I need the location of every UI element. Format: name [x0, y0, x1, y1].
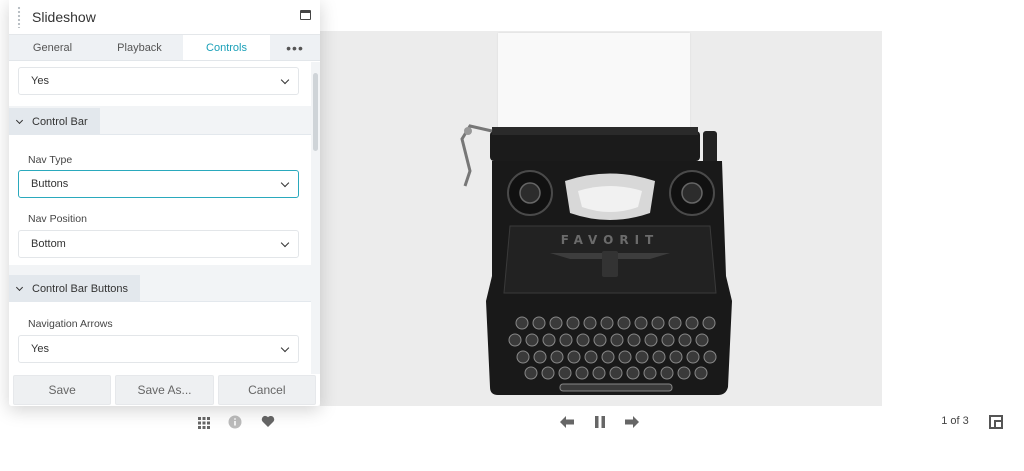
nav-type-select[interactable]: Buttons — [18, 170, 299, 198]
minimize-icon[interactable] — [300, 10, 311, 20]
nav-position-select[interactable]: Bottom — [18, 230, 299, 258]
section-control-bar[interactable]: Control Bar — [9, 108, 311, 135]
arrow-right-icon[interactable] — [625, 415, 639, 428]
top-select[interactable]: Yes — [18, 67, 299, 95]
tab-playback[interactable]: Playback — [96, 35, 183, 60]
slideshow-settings-panel: Slideshow General Playback Controls ••• … — [9, 0, 320, 406]
pause-icon[interactable] — [594, 415, 606, 428]
arrow-left-icon[interactable] — [560, 415, 574, 428]
chevron-down-icon — [15, 116, 24, 124]
panel-footer: Save Save As... Cancel — [9, 374, 320, 406]
cancel-button[interactable]: Cancel — [217, 375, 316, 405]
panel-title: Slideshow — [32, 9, 96, 25]
heart-icon[interactable] — [261, 415, 275, 428]
chevron-down-icon — [280, 343, 290, 353]
fullscreen-icon[interactable] — [989, 415, 1003, 429]
slide-counter: 1 of 3 — [941, 415, 969, 427]
chevron-down-icon — [280, 238, 290, 248]
tab-controls[interactable]: Controls — [183, 35, 270, 60]
navigation-arrows-select[interactable]: Yes — [18, 335, 299, 363]
save-button[interactable]: Save — [13, 375, 112, 405]
top-select-value: Yes — [31, 75, 49, 87]
grid-icon[interactable] — [197, 416, 210, 429]
panel-header[interactable]: Slideshow — [9, 0, 320, 35]
panel-tabs: General Playback Controls ••• — [9, 35, 320, 61]
chevron-down-icon — [280, 178, 290, 188]
brand-label: FAVORIT — [561, 233, 659, 247]
slideshow-image: FAVORIT — [320, 31, 882, 406]
navigation-arrows-value: Yes — [31, 343, 49, 355]
typewriter-illustration: FAVORIT — [460, 124, 732, 395]
nav-position-label: Nav Position — [28, 213, 87, 225]
panel-body: Yes Control Bar Nav Type Buttons Nav Pos… — [9, 62, 320, 374]
chevron-down-icon — [15, 283, 24, 291]
nav-position-value: Bottom — [31, 238, 66, 250]
nav-type-label: Nav Type — [28, 154, 73, 166]
save-as-button[interactable]: Save As... — [115, 375, 214, 405]
nav-type-value: Buttons — [31, 178, 69, 190]
section-control-bar-buttons[interactable]: Control Bar Buttons — [9, 275, 311, 302]
navigation-arrows-label: Navigation Arrows — [28, 318, 113, 330]
tab-general[interactable]: General — [9, 35, 96, 60]
scrollbar-thumb[interactable] — [313, 73, 318, 151]
section-control-bar-buttons-header[interactable]: Control Bar Buttons — [9, 275, 140, 302]
section-title: Control Bar Buttons — [32, 282, 128, 295]
section-control-bar-header[interactable]: Control Bar — [9, 108, 100, 135]
drag-handle-icon[interactable] — [17, 6, 21, 28]
scrollbar[interactable] — [311, 62, 320, 374]
chevron-down-icon — [280, 75, 290, 85]
info-icon[interactable] — [228, 415, 242, 429]
section-title: Control Bar — [32, 115, 88, 128]
more-tabs-button[interactable]: ••• — [270, 35, 320, 60]
